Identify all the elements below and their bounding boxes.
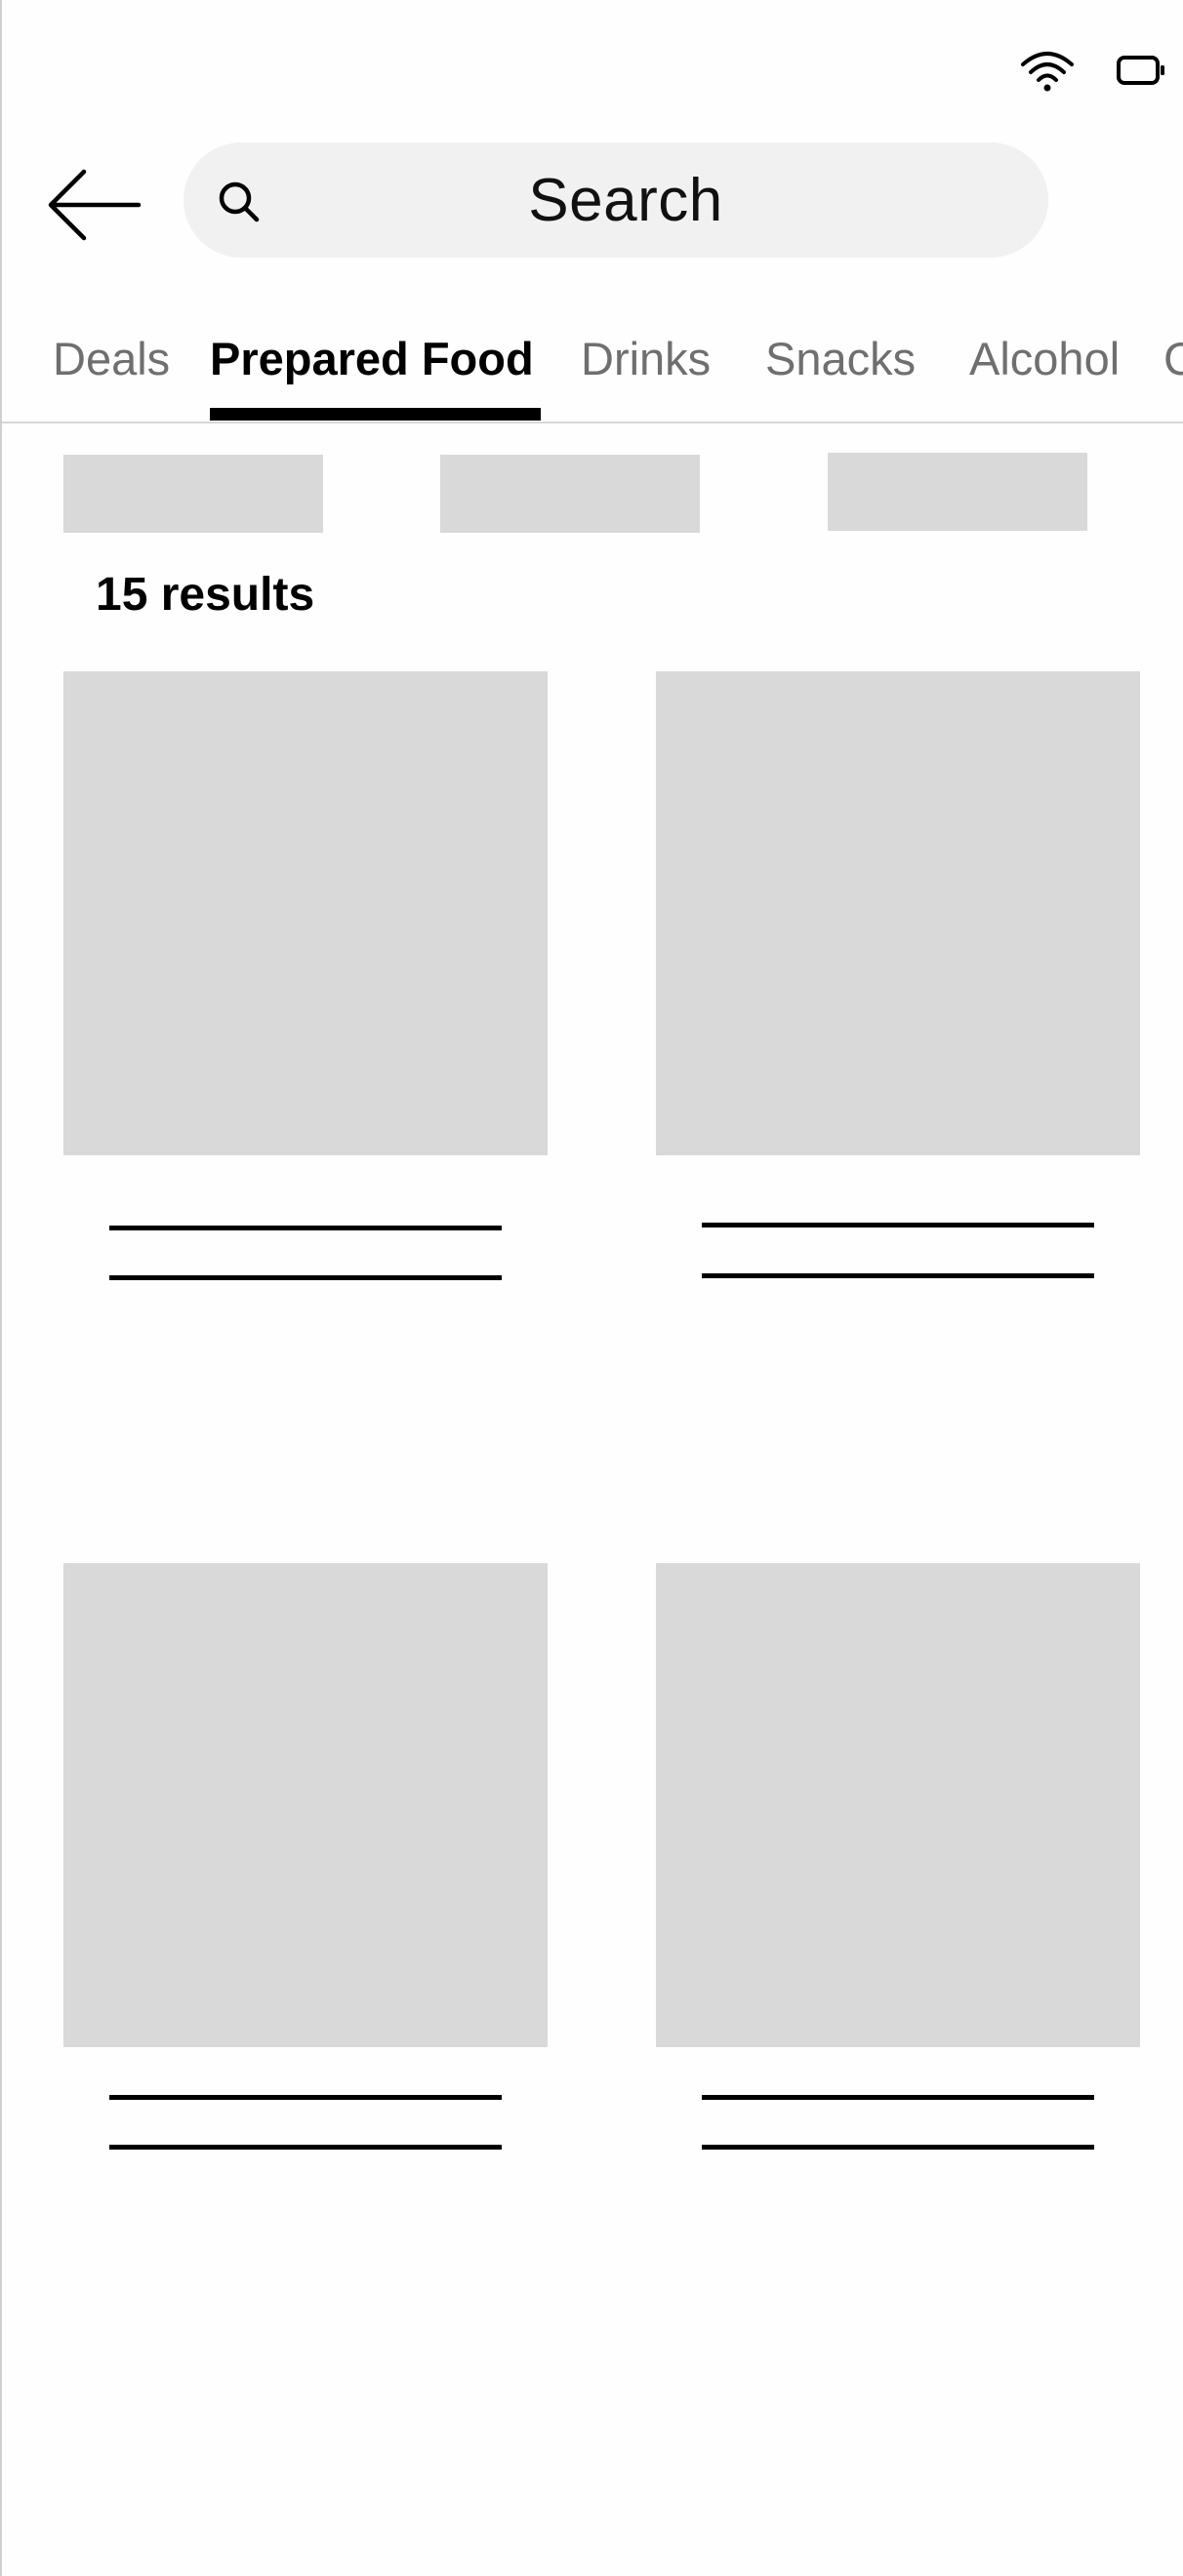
search-bar[interactable]: Search: [184, 142, 1048, 258]
tab-prepared-food[interactable]: Prepared Food: [210, 332, 534, 385]
battery-icon: [1117, 56, 1164, 85]
tab-drinks[interactable]: Drinks: [581, 332, 711, 385]
product-card-4-subtitle-line: [702, 2145, 1094, 2150]
product-card-3-title-line: [109, 2095, 502, 2100]
product-card-1-image[interactable]: [63, 671, 548, 1155]
tab-deals[interactable]: Deals: [53, 332, 170, 385]
product-card-1-title-line: [109, 1226, 502, 1230]
tab-snacks[interactable]: Snacks: [765, 332, 916, 385]
product-card-2-image[interactable]: [656, 671, 1140, 1155]
tabs-divider: [2, 422, 1183, 423]
filter-chip-2[interactable]: [440, 455, 700, 533]
product-card-3-subtitle-line: [109, 2145, 502, 2150]
tab-alcohol[interactable]: Alcohol: [969, 332, 1120, 385]
product-card-4-title-line: [702, 2095, 1094, 2100]
category-tabs: Deals Prepared Food Drinks Snacks Alcoho…: [2, 322, 1183, 423]
product-card-1-subtitle-line: [109, 1275, 502, 1280]
filter-chip-1[interactable]: [63, 455, 323, 533]
filter-chip-3[interactable]: [828, 453, 1087, 531]
product-card-2-title-line: [702, 1223, 1094, 1228]
product-card-4-image[interactable]: [656, 1563, 1140, 2047]
product-card-2-subtitle-line: [702, 1273, 1094, 1278]
tab-partial[interactable]: C: [1163, 332, 1183, 385]
product-card-3-image[interactable]: [63, 1563, 548, 2047]
wifi-icon: [1021, 52, 1074, 92]
active-tab-indicator: [210, 408, 541, 421]
results-count: 15 results: [96, 569, 315, 621]
search-label: Search: [528, 166, 723, 234]
back-arrow-icon[interactable]: [45, 166, 143, 244]
